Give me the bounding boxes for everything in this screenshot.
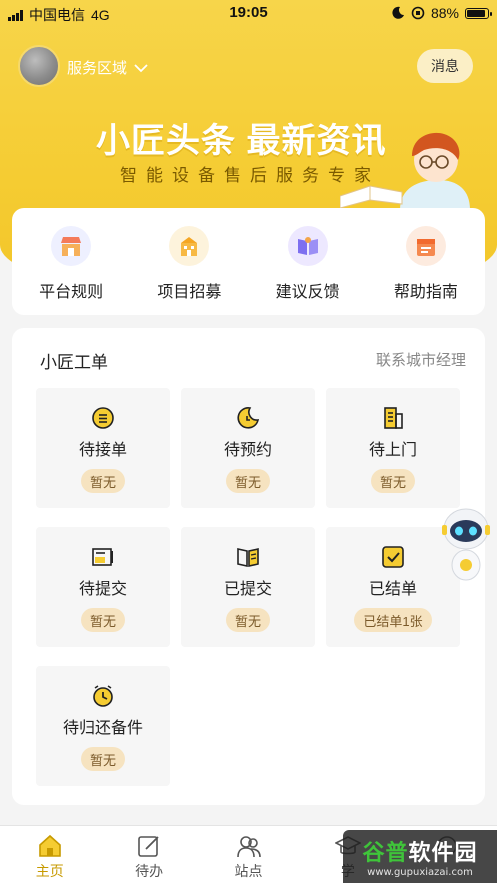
shop-icon	[51, 226, 92, 266]
tile-label: 待提交	[78, 581, 127, 598]
status-badge: 已结单1张	[354, 608, 432, 632]
order-tile-pending-visit[interactable]: 待上门 暂无	[326, 388, 460, 508]
quick-link-feedback[interactable]: 建议反馈	[249, 208, 367, 315]
clock-icon	[93, 685, 113, 707]
tab-label: 待办	[135, 863, 164, 879]
status-bar: 中国电信 4G 19:05 88%	[0, 0, 497, 26]
status-badge: 暂无	[225, 608, 270, 632]
door-building-icon	[384, 407, 403, 429]
calendar-guide-icon	[405, 226, 446, 266]
rotation-lock-icon	[411, 6, 425, 20]
moon-icon	[237, 407, 260, 429]
tab-label: 主页	[35, 863, 64, 879]
quick-link-label: 项目招募	[157, 284, 222, 301]
status-badge: 暂无	[80, 469, 125, 493]
status-badge: 暂无	[225, 469, 270, 493]
quick-link-rules[interactable]: 平台规则	[12, 208, 130, 315]
orders-title: 小匠工单	[40, 353, 108, 372]
order-tile-pending-accept[interactable]: 待接单 暂无	[36, 388, 170, 508]
order-tile-pending-appointment[interactable]: 待预约 暂无	[181, 388, 315, 508]
orders-card: 小匠工单 联系城市经理 待接单 暂无 待预约 暂无 待上门 暂无 待提交 暂无 …	[12, 328, 485, 805]
submit-card-icon	[92, 548, 113, 566]
status-badge: 暂无	[370, 469, 415, 493]
building-icon	[169, 226, 210, 266]
tile-label: 待接单	[78, 442, 127, 459]
contact-manager-link[interactable]: 联系城市经理	[376, 349, 466, 370]
tile-label: 待预约	[223, 442, 272, 459]
chevron-down-icon	[134, 63, 148, 72]
quick-link-label: 帮助指南	[393, 284, 458, 301]
open-book-icon	[237, 548, 259, 567]
region-label: 服务区域	[67, 60, 128, 77]
reading-person-illustration	[340, 132, 470, 210]
order-tile-pending-submit[interactable]: 待提交 暂无	[36, 527, 170, 647]
people-icon	[236, 836, 261, 858]
site-watermark: 谷普软件园 www.gupuxiazai.com	[343, 830, 497, 883]
quick-link-recruit[interactable]: 项目招募	[130, 208, 248, 315]
region-selector[interactable]: 服务区域	[67, 57, 149, 78]
checkbox-icon	[382, 546, 404, 568]
watermark-url: www.gupuxiazai.com	[367, 867, 473, 878]
status-badge: 暂无	[80, 747, 125, 771]
quick-link-label: 平台规则	[39, 284, 104, 301]
edit-icon	[138, 836, 159, 857]
order-tile-submitted[interactable]: 已提交 暂无	[181, 527, 315, 647]
quick-link-guide[interactable]: 帮助指南	[367, 208, 485, 315]
tab-label: 站点	[234, 863, 263, 879]
battery-icon	[465, 7, 492, 19]
tile-label: 待归还备件	[62, 720, 143, 737]
tab-station[interactable]: 站点	[199, 826, 298, 883]
book-feedback-icon	[287, 226, 328, 266]
list-circle-icon	[92, 407, 114, 429]
tab-todo[interactable]: 待办	[99, 826, 198, 883]
quick-links-card: 平台规则 项目招募 建议反馈 帮助指南	[12, 208, 485, 315]
tab-home[interactable]: 主页	[0, 826, 99, 883]
avatar[interactable]	[18, 45, 60, 87]
watermark-brand-a: 谷普	[362, 840, 409, 865]
tile-label: 已结单	[368, 581, 417, 598]
moon-status-icon	[392, 6, 404, 19]
tile-label: 已提交	[223, 581, 272, 598]
quick-link-label: 建议反馈	[275, 284, 340, 301]
robot-assistant-icon[interactable]	[440, 505, 492, 583]
tile-label: 待上门	[368, 442, 417, 459]
status-badge: 暂无	[80, 608, 125, 632]
battery-percent: 88%	[430, 5, 459, 21]
order-tile-pending-return-parts[interactable]: 待归还备件 暂无	[36, 666, 170, 786]
message-button[interactable]: 消息	[417, 49, 473, 83]
watermark-brand-b: 软件园	[408, 840, 478, 865]
home-icon	[38, 834, 61, 857]
